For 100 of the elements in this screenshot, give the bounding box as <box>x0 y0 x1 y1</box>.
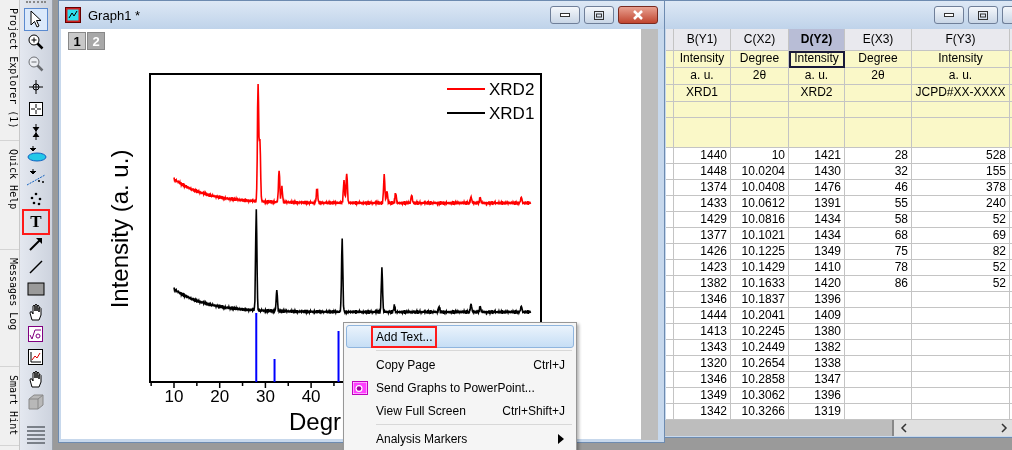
table-cell: JCPD#XX-XXXX <box>912 85 1010 102</box>
column-header[interactable]: B(Y1) <box>674 29 731 51</box>
table-cell: 1433 <box>674 196 731 212</box>
menu-item[interactable]: Copy Page Ctrl+J <box>346 353 574 376</box>
tick-label: 10 <box>164 387 184 406</box>
window-title: Graph1 * <box>88 7 141 23</box>
table-cell: 1320 <box>674 356 731 372</box>
table-cell: a. u. <box>789 68 845 85</box>
table-cell: 10.2041 <box>731 308 789 324</box>
table-cell: 1413 <box>674 324 731 340</box>
table-cell: XRD2 <box>789 85 845 102</box>
dock-tab[interactable]: Smart Hint <box>0 367 19 446</box>
column-header[interactable]: C(X2) <box>731 29 789 51</box>
table-cell: 78 <box>845 260 912 276</box>
menu-item[interactable]: View Full Screen Ctrl+Shift+J <box>346 399 574 422</box>
table-cell: 1440 <box>674 148 731 164</box>
legend-label: XRD2 <box>489 80 535 99</box>
column-header[interactable]: E(X3) <box>845 29 912 51</box>
table-cell: Degree <box>731 51 789 68</box>
table-cell: 1448 <box>674 164 731 180</box>
table-cell: 1410 <box>789 260 845 276</box>
table-cell: 86 <box>845 276 912 292</box>
table-cell: 1380 <box>789 324 845 340</box>
table-cell: a. u. <box>674 68 731 85</box>
table-cell: a. u. <box>912 68 1010 85</box>
table-cell: 68 <box>845 228 912 244</box>
table-cell: XRD1 <box>674 85 731 102</box>
table-cell: 1343 <box>674 340 731 356</box>
table-cell: 240 <box>912 196 1010 212</box>
table-cell: 58 <box>845 212 912 228</box>
table-cell: Intensity <box>789 51 845 68</box>
column-header[interactable]: D(Y2) <box>789 29 845 51</box>
table-cell: 1429 <box>674 212 731 228</box>
table-cell: 10.0612 <box>731 196 789 212</box>
dock-tab[interactable]: Project Explorer (1) <box>0 0 19 141</box>
table-cell: 46 <box>845 180 912 196</box>
table-cell: 82 <box>912 244 1010 260</box>
table-cell: 1346 <box>674 292 731 308</box>
table-cell: 52 <box>912 276 1010 292</box>
table-cell: 10.0816 <box>731 212 789 228</box>
table-cell: 10.1225 <box>731 244 789 260</box>
table-cell: 1420 <box>789 276 845 292</box>
table-cell: 1346 <box>674 372 731 388</box>
table-cell: 1421 <box>789 148 845 164</box>
table-cell: 155 <box>912 164 1010 180</box>
table-cell: 52 <box>912 212 1010 228</box>
table-cell: 1434 <box>789 228 845 244</box>
table-cell: 528 <box>912 148 1010 164</box>
table-cell: 1434 <box>789 212 845 228</box>
table-cell: 1409 <box>789 308 845 324</box>
axis-title: Intensity (a. u.) <box>106 149 133 309</box>
table-cell: 1423 <box>674 260 731 276</box>
legend-label: XRD1 <box>489 104 535 123</box>
table-cell: 1349 <box>789 244 845 260</box>
table-cell: 10.2858 <box>731 372 789 388</box>
table-cell: 10.1021 <box>731 228 789 244</box>
table-cell: 2θ <box>845 68 912 85</box>
table-cell: 10.1633 <box>731 276 789 292</box>
table-cell: 1382 <box>674 276 731 292</box>
table-cell: 1349 <box>674 388 731 404</box>
dock-tab[interactable]: Quick Help <box>0 141 19 250</box>
table-cell: 1430 <box>789 164 845 180</box>
dock-tab[interactable]: Messages Log <box>0 250 19 367</box>
table-cell: 55 <box>845 196 912 212</box>
menu-item[interactable]: Add Text... <box>346 325 574 348</box>
tick-label: 40 <box>301 387 321 406</box>
table-cell: 69 <box>912 228 1010 244</box>
table-cell: 1374 <box>674 180 731 196</box>
table-cell: 1444 <box>674 308 731 324</box>
column-header[interactable]: F(Y3) <box>912 29 1010 51</box>
table-cell: 1347 <box>789 372 845 388</box>
table-cell: Intensity <box>912 51 1010 68</box>
table-cell: 1382 <box>789 340 845 356</box>
table-cell: 10.2245 <box>731 324 789 340</box>
table-cell: 2θ <box>731 68 789 85</box>
page-tab[interactable]: 1 <box>68 32 86 50</box>
table-cell: 10.0408 <box>731 180 789 196</box>
table-cell: 1396 <box>789 292 845 308</box>
table-cell: 10.1429 <box>731 260 789 276</box>
table-cell: 28 <box>845 148 912 164</box>
table-cell: 75 <box>845 244 912 260</box>
tick-label: 20 <box>210 387 230 406</box>
table-cell: 1396 <box>789 388 845 404</box>
table-cell: 1377 <box>674 228 731 244</box>
table-cell: 52 <box>912 260 1010 276</box>
table-cell: 1391 <box>789 196 845 212</box>
table-cell: 10 <box>731 148 789 164</box>
table-cell: 1426 <box>674 244 731 260</box>
tick-label: 30 <box>255 387 275 406</box>
table-cell: Degree <box>845 51 912 68</box>
table-cell: 378 <box>912 180 1010 196</box>
text-tool[interactable]: T <box>24 210 48 233</box>
table-cell: Intensity <box>674 51 731 68</box>
table-cell: 10.0204 <box>731 164 789 180</box>
menu-item[interactable]: Send Graphs to PowerPoint... <box>346 376 574 399</box>
table-cell: 1476 <box>789 180 845 196</box>
table-cell: 32 <box>845 164 912 180</box>
table-cell: 1338 <box>789 356 845 372</box>
table-cell: 10.3062 <box>731 388 789 404</box>
menu-item[interactable]: Analysis Markers <box>346 427 574 450</box>
